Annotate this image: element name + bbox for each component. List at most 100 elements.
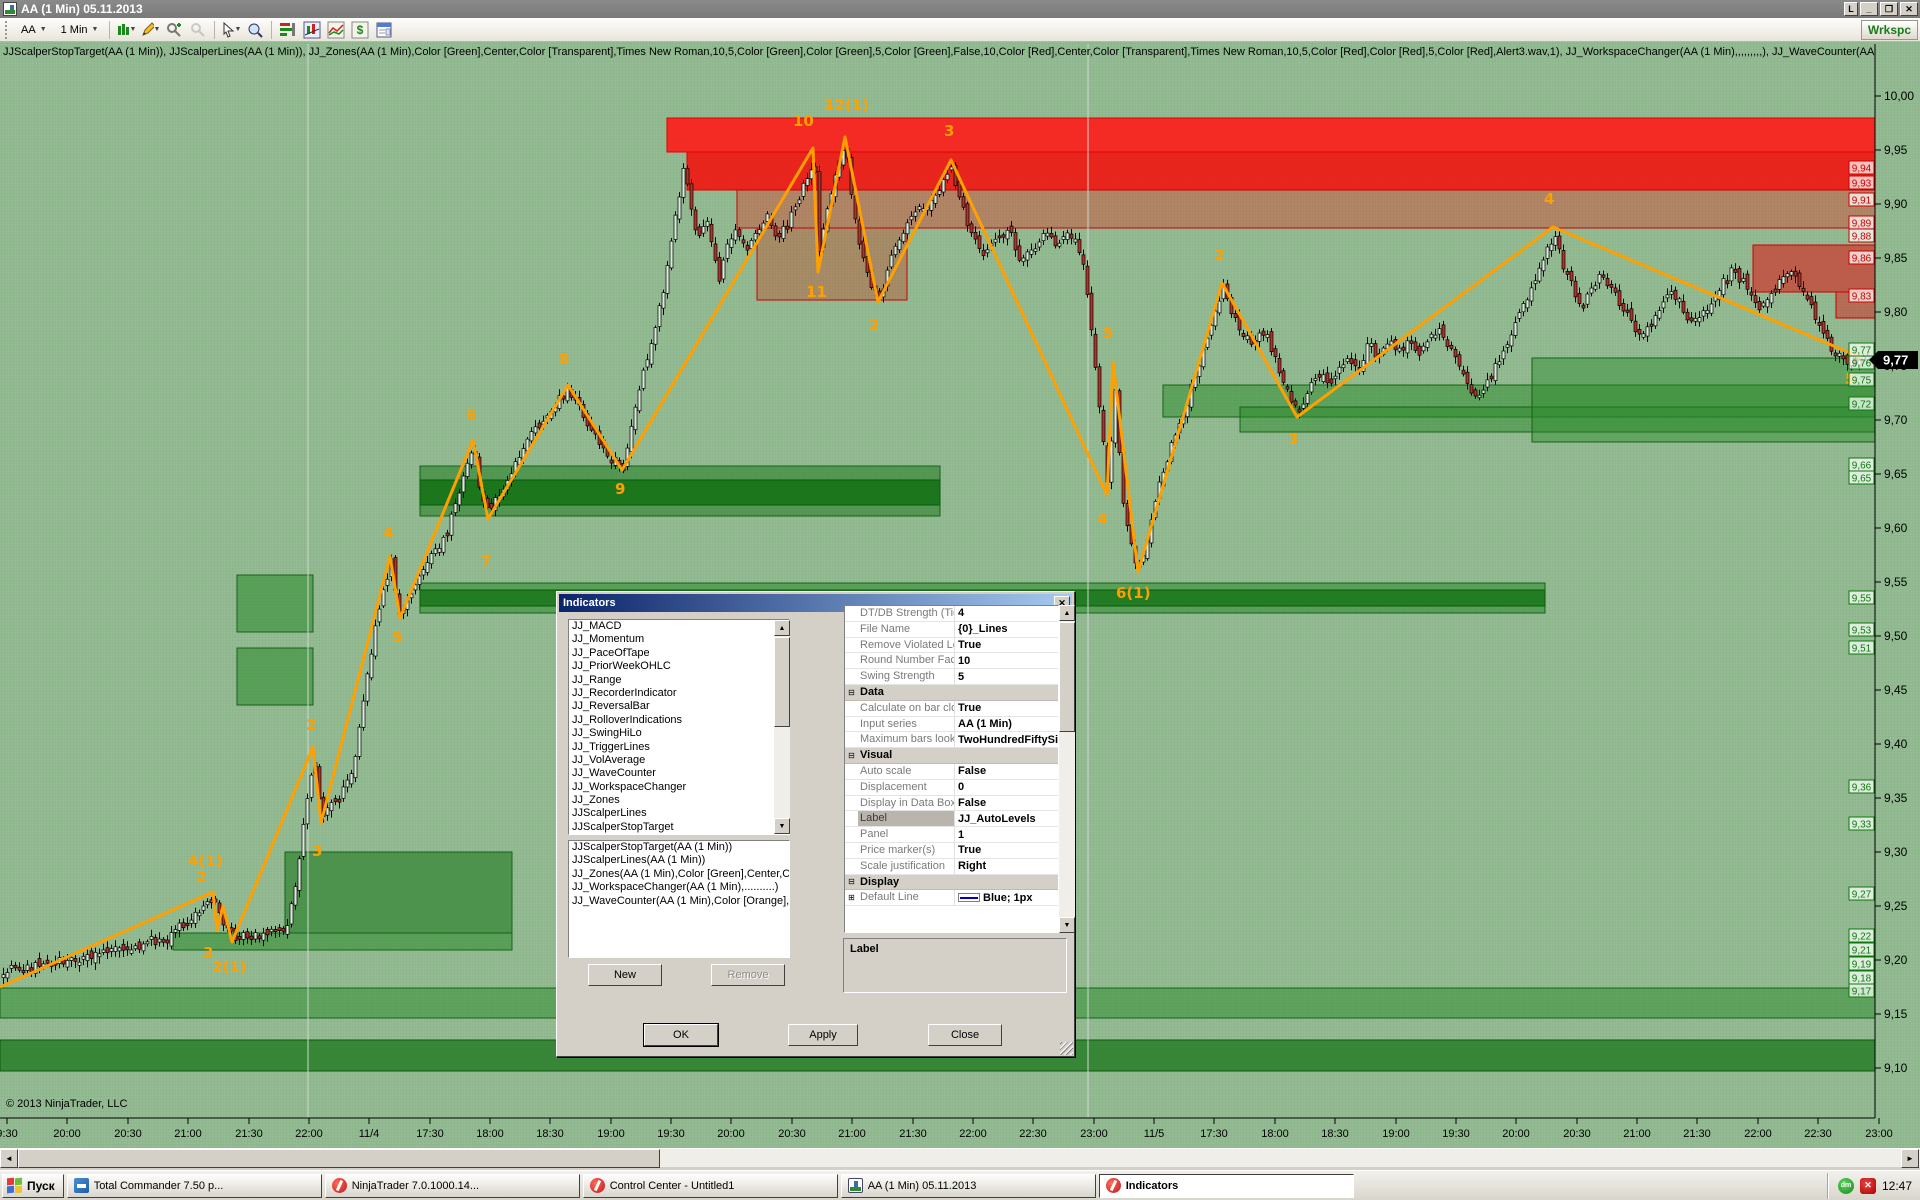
new-button[interactable]: New [588, 964, 662, 986]
property-row[interactable]: Maximum bars look baTwoHundredFiftySix [845, 732, 1058, 748]
indicator-list-item[interactable]: JJ_MACD [569, 620, 789, 633]
property-value[interactable]: 10 [955, 653, 1058, 668]
indicator-list-item[interactable]: JJ_VolAverage [569, 754, 789, 767]
toolbar-grip[interactable] [5, 21, 10, 39]
cursor-button[interactable]: ▼ [220, 20, 242, 40]
property-value[interactable]: False [955, 764, 1058, 779]
property-row[interactable]: Price marker(s)True [845, 843, 1058, 859]
indicator-list-item[interactable]: JJ_WaveCounter [569, 767, 789, 780]
selected-indicator-item[interactable]: JJ_WaveCounter(AA (1 Min),Color [Orange]… [569, 895, 789, 908]
property-value[interactable]: 1 [955, 827, 1058, 842]
property-row[interactable]: Round Number Facto10 [845, 653, 1058, 669]
property-row[interactable]: File Name{0}_Lines [845, 622, 1058, 638]
scrollbar-thumb[interactable] [774, 637, 790, 727]
indicator-list-item[interactable]: JJ_Momentum [569, 633, 789, 646]
indicator-list-item[interactable]: JJ_ReversalBar [569, 700, 789, 713]
indicator-list-item[interactable]: JJ_RecorderIndicator [569, 687, 789, 700]
expander-icon[interactable]: ⊟ [845, 685, 858, 700]
property-value[interactable]: 5 [955, 669, 1058, 684]
selected-indicators-list[interactable]: JJScalperStopTarget(AA (1 Min))JJScalper… [568, 840, 790, 958]
chart-style-button[interactable]: ▼ [115, 20, 137, 40]
property-value[interactable]: False [955, 796, 1058, 811]
chart-hscrollbar[interactable]: ◄ ► [0, 1148, 1920, 1167]
property-value[interactable]: 4 [955, 606, 1058, 621]
remove-button[interactable]: Remove [711, 964, 785, 986]
scroll-down-icon[interactable]: ▼ [1059, 917, 1075, 933]
apply-button[interactable]: Apply [788, 1024, 858, 1046]
expander-icon[interactable]: ⊞ [845, 890, 858, 905]
taskbar-button[interactable]: Total Commander 7.50 p... [67, 1174, 322, 1198]
selected-indicator-item[interactable]: JJ_Zones(AA (1 Min),Color [Green],Center… [569, 868, 789, 881]
dm-icon[interactable]: dm [1838, 1178, 1854, 1194]
property-value[interactable]: JJ_AutoLevels [955, 811, 1058, 826]
indicator-list-item[interactable]: JJ_Range [569, 674, 789, 687]
scroll-right-icon[interactable]: ► [1901, 1149, 1919, 1168]
expander-icon[interactable]: ⊟ [845, 748, 858, 763]
indicator-list-item[interactable]: JJ_RolloverIndications [569, 714, 789, 727]
scroll-left-icon[interactable]: ◄ [0, 1149, 18, 1168]
indicator-list-item[interactable]: JJ_SwingHiLo [569, 727, 789, 740]
chart-window-button[interactable] [301, 20, 323, 40]
resize-grip[interactable] [1060, 1042, 1073, 1055]
selected-indicator-item[interactable]: JJScalperLines(AA (1 Min)) [569, 854, 789, 867]
zoom-in-button[interactable] [163, 20, 185, 40]
property-row[interactable]: Remove Violated LevTrue [845, 638, 1058, 654]
indicator-list-item[interactable]: JJ_PaceOfTape [569, 647, 789, 660]
property-row[interactable]: Display in Data BoxFalse [845, 796, 1058, 812]
available-list-scrollbar[interactable]: ▲ ▼ [774, 620, 790, 834]
scroll-down-icon[interactable]: ▼ [774, 818, 790, 834]
property-value[interactable]: TwoHundredFiftySix [955, 732, 1058, 747]
property-row[interactable]: Auto scaleFalse [845, 764, 1058, 780]
indicator-list-item[interactable]: JJ_Zones [569, 794, 789, 807]
property-section-row[interactable]: ⊟Visual [845, 748, 1058, 764]
property-row[interactable]: DT/DB Strength (Tick4 [845, 606, 1058, 622]
window-titlebar[interactable]: AA (1 Min) 05.11.2013 L _ ❐ ✕ [0, 0, 1920, 18]
indicators-dialog[interactable]: Indicators ✕ JJ_MACDJJ_MomentumJJ_PaceOf… [556, 591, 1075, 1057]
property-value[interactable]: Blue; 1px [955, 890, 1058, 905]
restore-button[interactable]: ❐ [1880, 2, 1898, 16]
property-value[interactable]: 0 [955, 780, 1058, 795]
scroll-up-icon[interactable]: ▲ [774, 620, 790, 636]
hscrollbar-thumb[interactable] [18, 1149, 660, 1168]
property-value[interactable]: True [955, 638, 1058, 653]
scroll-up-icon[interactable]: ▲ [1059, 605, 1075, 621]
indicator-list-item[interactable]: JJScalperLines [569, 807, 789, 820]
property-row[interactable]: Swing Strength5 [845, 669, 1058, 685]
close-button[interactable]: ✕ [1900, 2, 1918, 16]
available-indicators-list[interactable]: JJ_MACDJJ_MomentumJJ_PaceOfTapeJJ_PriorW… [568, 619, 790, 835]
property-section-row[interactable]: ⊟Display [845, 875, 1058, 891]
start-button[interactable]: Пуск [2, 1174, 64, 1198]
minimize-button[interactable]: _ [1860, 2, 1878, 16]
taskbar-button[interactable]: NinjaTrader 7.0.1000.14... [325, 1174, 580, 1198]
indicator-list-item[interactable]: JJ_TriggerLines [569, 741, 789, 754]
drawing-tools-button[interactable]: ▼ [139, 20, 161, 40]
property-grid[interactable]: DT/DB Strength (Tick4File Name{0}_LinesR… [844, 605, 1059, 933]
data-box-button[interactable] [244, 20, 266, 40]
taskbar-button[interactable]: Indicators [1099, 1174, 1354, 1198]
link-button[interactable]: L [1844, 2, 1858, 16]
selected-indicator-item[interactable]: JJ_WorkspaceChanger(AA (1 Min),.........… [569, 881, 789, 894]
property-value[interactable]: Right [955, 859, 1058, 874]
taskbar-button[interactable]: AA (1 Min) 05.11.2013 [841, 1174, 1096, 1198]
market-analyzer-button[interactable] [277, 20, 299, 40]
zoom-out-button[interactable] [187, 20, 209, 40]
close-button[interactable]: Close [928, 1024, 1002, 1046]
indicator-list-item[interactable]: JJ_PriorWeekOHLC [569, 660, 789, 673]
property-section-row[interactable]: ⊟Data [845, 685, 1058, 701]
property-row[interactable]: Calculate on bar closeTrue [845, 701, 1058, 717]
account-button[interactable]: $ [349, 20, 371, 40]
property-row[interactable]: Displacement0 [845, 780, 1058, 796]
property-value[interactable]: {0}_Lines [955, 622, 1058, 637]
expander-icon[interactable]: ⊟ [845, 875, 858, 890]
property-row[interactable]: Input seriesAA (1 Min) [845, 717, 1058, 733]
property-row[interactable]: LabelJJ_AutoLevels [845, 811, 1058, 827]
property-value[interactable]: AA (1 Min) [955, 717, 1058, 732]
security-shield-icon[interactable]: ✕ [1860, 1178, 1876, 1194]
property-grid-scrollbar[interactable]: ▲ ▼ [1059, 605, 1075, 933]
property-value[interactable]: True [955, 701, 1058, 716]
scrollbar-thumb[interactable] [1059, 622, 1075, 732]
selected-indicator-item[interactable]: JJScalperStopTarget(AA (1 Min)) [569, 841, 789, 854]
indicator-list-item[interactable]: JJ_WorkspaceChanger [569, 781, 789, 794]
ok-button[interactable]: OK [644, 1024, 718, 1046]
property-row[interactable]: Scale justificationRight [845, 859, 1058, 875]
